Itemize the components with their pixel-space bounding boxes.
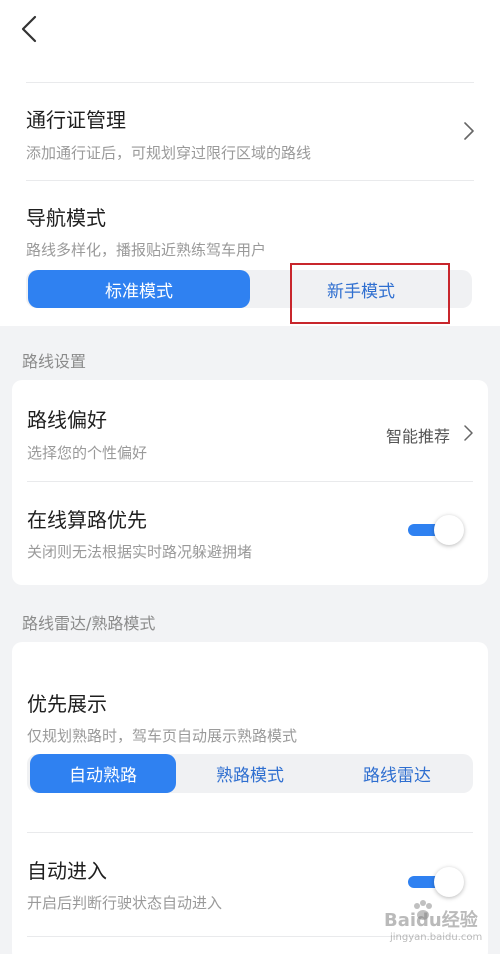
- back-button[interactable]: [14, 14, 44, 44]
- nav-mode-title: 导航模式: [26, 206, 106, 230]
- baidu-jingyan-watermark: Baidu经验 jingyan.baidu.com: [384, 896, 496, 952]
- priority-auto-familiar-option[interactable]: 自动熟路: [30, 754, 176, 793]
- nav-mode-standard-option[interactable]: 标准模式: [28, 270, 250, 308]
- permit-subtitle: 添加通行证后，可规划穿过限行区域的路线: [26, 144, 312, 162]
- priority-route-radar-option[interactable]: 路线雷达: [324, 754, 470, 793]
- watermark-url: jingyan.baidu.com: [390, 932, 483, 943]
- priority-segmented-control: 自动熟路 熟路模式 路线雷达: [27, 754, 473, 793]
- online-calc-toggle[interactable]: [408, 513, 466, 547]
- online-calc-title: 在线算路优先: [27, 508, 147, 532]
- toggle-knob: [434, 515, 464, 545]
- divider: [27, 832, 473, 833]
- toggle-knob: [434, 867, 464, 897]
- watermark-brand: Baidu经验: [384, 910, 478, 931]
- route-preference-row[interactable]: 路线偏好 选择您的个性偏好 智能推荐: [12, 380, 488, 480]
- auto-enter-title: 自动进入: [27, 859, 107, 883]
- chevron-left-icon: [21, 15, 37, 43]
- auto-enter-toggle[interactable]: [408, 865, 466, 899]
- divider: [27, 481, 473, 482]
- divider: [26, 180, 474, 181]
- highlight-annotation-box: [290, 263, 450, 324]
- chevron-right-icon: [464, 425, 473, 441]
- route-settings-section-label: 路线设置: [22, 352, 87, 371]
- radar-section-label: 路线雷达/熟路模式: [22, 614, 156, 633]
- route-preference-title: 路线偏好: [27, 408, 107, 432]
- route-preference-value: 智能推荐: [386, 427, 451, 446]
- permit-title: 通行证管理: [26, 108, 126, 132]
- divider: [26, 82, 474, 83]
- priority-display-title: 优先展示: [27, 692, 107, 716]
- priority-display-subtitle: 仅规划熟路时，驾车页自动展示熟路模式: [27, 727, 298, 745]
- nav-mode-subtitle: 路线多样化，播报贴近熟练驾车用户: [26, 241, 267, 259]
- chevron-right-icon: [464, 122, 474, 140]
- permit-row[interactable]: 通行证管理 添加通行证后，可规划穿过限行区域的路线: [0, 84, 500, 180]
- priority-familiar-mode-option[interactable]: 熟路模式: [177, 754, 323, 793]
- route-settings-card: 路线偏好 选择您的个性偏好 智能推荐 在线算路优先 关闭则无法根据实时路况躲避拥…: [12, 380, 488, 585]
- auto-enter-subtitle: 开启后判断行驶状态自动进入: [27, 894, 223, 912]
- online-calc-subtitle: 关闭则无法根据实时路况躲避拥堵: [27, 543, 253, 561]
- route-preference-subtitle: 选择您的个性偏好: [27, 444, 148, 462]
